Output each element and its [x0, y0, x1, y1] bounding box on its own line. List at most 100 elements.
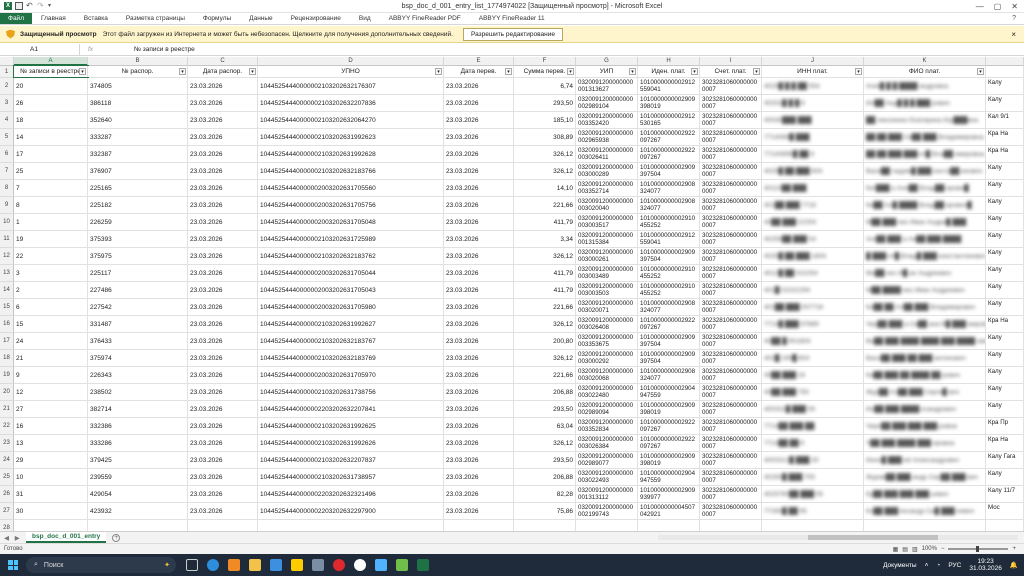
table-cell[interactable]: 77260█ ██ 95 — [762, 503, 864, 519]
table-cell[interactable]: 402█ 190█ 804 — [762, 350, 864, 366]
zoom-in-icon[interactable]: + — [1012, 546, 1016, 552]
table-cell[interactable]: Ки██ ███ ██ ████ ██ рович — [864, 367, 986, 383]
row-header[interactable]: 1 — [0, 66, 14, 78]
table-cell[interactable]: 2 — [14, 282, 88, 298]
table-cell[interactable]: 332387 — [88, 146, 188, 162]
table-cell[interactable]: 10445254440000002103202631738756 — [258, 384, 444, 400]
table-cell[interactable]: 221,66 — [514, 299, 576, 315]
table-cell[interactable]: 10445254440000002103202632183766 — [258, 163, 444, 179]
filter-dropdown-icon[interactable]: ▾ — [567, 68, 574, 75]
excel-app-icon[interactable]: X — [4, 2, 12, 10]
table-cell[interactable]: 0320091200000000 001313627 — [576, 78, 638, 94]
table-cell[interactable]: 0320091200000000 003000292 — [576, 350, 638, 366]
table-cell[interactable]: 411,79 — [514, 214, 576, 230]
yandex-icon[interactable] — [291, 559, 303, 571]
table-cell[interactable]: Ионо█ ███ ей Александрович — [864, 452, 986, 468]
table-cell[interactable]: 23.03.2026 — [188, 163, 258, 179]
filter-dropdown-icon[interactable]: ▾ — [249, 68, 256, 75]
zoom-slider[interactable] — [948, 546, 1009, 552]
tab-abbyy-pdf[interactable]: ABBYY FineReader PDF — [380, 13, 470, 24]
table-cell[interactable]: 10445254440000002103202631992626 — [258, 435, 444, 451]
docs-label[interactable]: Документы — [883, 562, 917, 569]
table-cell[interactable]: 23.03.2026 — [444, 367, 514, 383]
app-phone-icon[interactable] — [375, 559, 387, 571]
table-cell[interactable]: 333286 — [88, 435, 188, 451]
row-header[interactable]: 3 — [0, 95, 14, 112]
table-cell[interactable]: М██ ███ нко Иван Андре█ ███ — [864, 214, 986, 230]
table-cell[interactable]: Ки██ Ал█ ████ Влад██ ирович█ — [864, 197, 986, 213]
column-header[interactable]: E — [444, 57, 514, 66]
table-cell[interactable]: Калу — [986, 163, 1024, 179]
tab-file[interactable]: Файл — [0, 13, 32, 24]
table-cell[interactable]: Ки██ ██ Ал██ ███ Владимирович — [864, 299, 986, 315]
table-cell[interactable]: 326,12 — [514, 163, 576, 179]
maximize-icon[interactable]: ▢ — [994, 2, 1002, 11]
table-cell[interactable]: Журав██ ███ андр Сер██ ███ вич — [864, 469, 986, 485]
table-cell[interactable]: 3023281060000000 0007 — [700, 146, 762, 162]
table-cell[interactable] — [700, 520, 762, 531]
table-cell[interactable]: 1010000000002909 398019 — [638, 95, 700, 111]
header-cell[interactable]: УИП ▾ — [576, 66, 638, 77]
table-cell[interactable]: 1010000000002922 097267 — [638, 146, 700, 162]
column-header[interactable]: J — [762, 57, 864, 66]
table-cell[interactable]: 0320091200000000 003022493 — [576, 469, 638, 485]
table-cell[interactable]: 18 — [14, 112, 88, 128]
table-cell[interactable]: 10445254440000002003202631705560 — [258, 180, 444, 196]
table-cell[interactable]: 1010000000002912 530165 — [638, 112, 700, 128]
table-cell[interactable]: 3023281060000000 0007 — [700, 452, 762, 468]
table-cell[interactable]: 3023281060000000 0007 — [700, 316, 762, 332]
table-cell[interactable]: 26 — [14, 95, 88, 111]
row-header[interactable]: 4 — [0, 112, 14, 129]
table-cell[interactable]: Калу — [986, 95, 1024, 111]
table-cell[interactable]: 0320091200000000 002199743 — [576, 503, 638, 519]
table-cell[interactable]: 23.03.2026 — [444, 214, 514, 230]
table-cell[interactable]: Кра На — [986, 435, 1024, 451]
table-cell[interactable]: 1010000000002909 397504 — [638, 163, 700, 179]
header-cell[interactable]: УПНО ▾ — [258, 66, 444, 77]
chevron-up-icon[interactable]: ˄ — [925, 562, 929, 569]
table-cell[interactable]: 23.03.2026 — [444, 316, 514, 332]
table-cell[interactable]: 225182 — [88, 197, 188, 213]
table-cell[interactable]: 23.03.2026 — [188, 435, 258, 451]
table-cell[interactable]: 4012█ ██ 022254 — [762, 265, 864, 281]
table-cell[interactable]: 331487 — [88, 316, 188, 332]
table-cell[interactable]: 77140695█ ██ 9 — [762, 146, 864, 162]
column-header[interactable]: B — [88, 57, 188, 66]
filter-dropdown-icon[interactable]: ▾ — [179, 68, 186, 75]
table-cell[interactable]: Калу — [986, 350, 1024, 366]
table-cell[interactable]: 1010000000004507 042921 — [638, 503, 700, 519]
explorer-icon[interactable] — [249, 559, 261, 571]
table-cell[interactable]: Калу — [986, 248, 1024, 264]
table-cell[interactable]: 1010000000002908 324077 — [638, 299, 700, 315]
header-cell[interactable]: Сумма перев. ▾ — [514, 66, 576, 77]
enable-editing-button[interactable]: Разрешить редактирование — [462, 27, 563, 41]
table-cell[interactable]: 293,50 — [514, 95, 576, 111]
table-cell[interactable]: 3023281060000000 0007 — [700, 367, 762, 383]
table-cell[interactable]: 3023281060000000 0007 — [700, 486, 762, 502]
table-cell[interactable]: 1010000000002904 947559 — [638, 469, 700, 485]
table-cell[interactable]: 1010000000002909 397504 — [638, 248, 700, 264]
table-cell[interactable]: 23.03.2026 — [188, 265, 258, 281]
table-cell[interactable]: 326,12 — [514, 316, 576, 332]
table-cell[interactable]: Калу — [986, 265, 1024, 281]
table-cell[interactable]: 1010000000002909 398019 — [638, 452, 700, 468]
table-cell[interactable]: 23.03.2026 — [188, 299, 258, 315]
table-cell[interactable]: 1010000000002912 559041 — [638, 231, 700, 247]
table-cell[interactable]: 401██ ███ 007716 — [762, 299, 864, 315]
table-cell[interactable] — [188, 520, 258, 531]
table-cell[interactable]: 23.03.2026 — [188, 231, 258, 247]
column-header[interactable]: I — [700, 57, 762, 66]
table-cell[interactable]: 10445254440000002003202631705980 — [258, 299, 444, 315]
table-cell[interactable] — [88, 520, 188, 531]
row-header[interactable]: 10 — [0, 214, 14, 231]
table-cell[interactable]: 239559 — [88, 469, 188, 485]
close-icon[interactable]: ✕ — [1011, 2, 1018, 11]
table-cell[interactable]: 0320091200000000 002989104 — [576, 95, 638, 111]
table-cell[interactable]: 382714 — [88, 401, 188, 417]
row-header[interactable]: 15 — [0, 299, 14, 316]
table-cell[interactable]: Жур██ Ал██ ███ Серге█ вич — [864, 384, 986, 400]
table-cell[interactable]: 0320091200000000 003000289 — [576, 163, 638, 179]
table-cell[interactable]: 30 — [14, 503, 88, 519]
table-cell[interactable]: 23.03.2026 — [444, 486, 514, 502]
table-cell[interactable]: 19 — [14, 231, 88, 247]
